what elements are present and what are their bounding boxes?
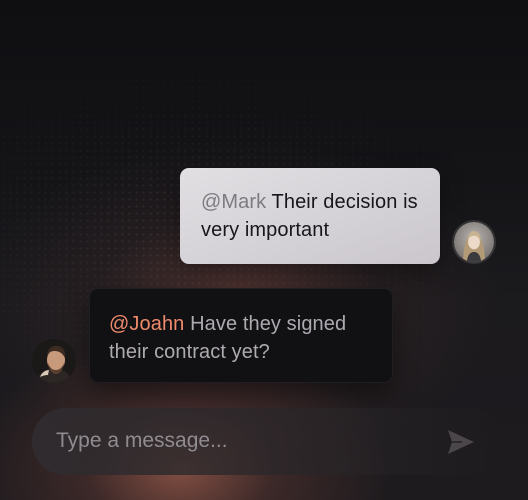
message-input[interactable] xyxy=(56,426,436,456)
woman-avatar-image xyxy=(454,222,494,262)
message-bubble-incoming: @Joahn Have they signed their contract y… xyxy=(89,288,393,383)
message-composer xyxy=(32,408,502,475)
woman-avatar[interactable] xyxy=(452,220,496,264)
mention-tag[interactable]: @Joahn xyxy=(109,313,184,335)
man-avatar[interactable] xyxy=(32,339,76,383)
send-button[interactable] xyxy=(446,428,476,456)
send-icon xyxy=(448,430,474,454)
message-bubble-outgoing: @Mark Their decision is very important xyxy=(180,168,440,264)
mention-tag[interactable]: @Mark xyxy=(201,191,266,213)
man-avatar-image xyxy=(32,339,76,383)
